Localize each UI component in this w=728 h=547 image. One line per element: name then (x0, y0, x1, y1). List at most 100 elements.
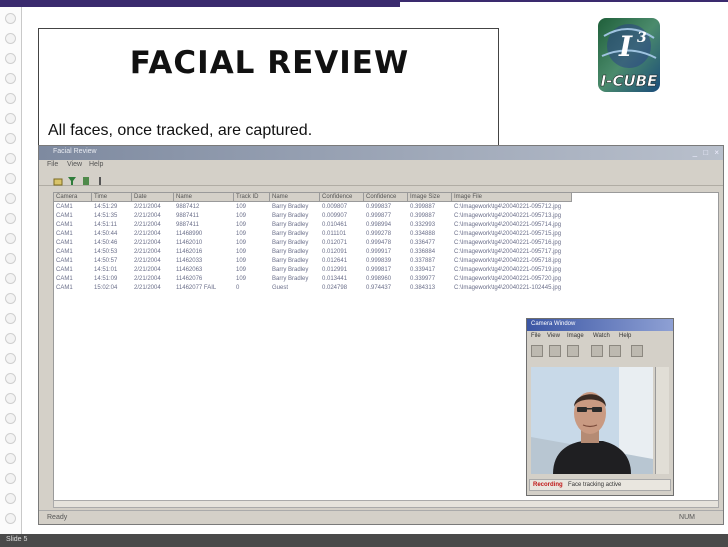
binding-ring (5, 433, 16, 444)
binding-ring (5, 133, 16, 144)
table-cell: 109 (236, 240, 247, 246)
column-header[interactable]: Image Size (408, 193, 452, 202)
binding-ring (5, 53, 16, 64)
window-titlebar[interactable]: Facial Review _ □ × (39, 146, 723, 160)
svg-text:I: I (618, 30, 633, 63)
table-cell: Barry Bradley (272, 204, 309, 210)
menu-file[interactable]: File (47, 161, 58, 168)
table-row[interactable]: CAM1 14:51:09 2/21/2004 11462076 109 Barry Br… (54, 275, 654, 284)
table-cell: 109 (236, 276, 247, 282)
table-row[interactable]: CAM1 14:50:46 2/21/2004 11462010 109 Barry Br… (54, 239, 654, 248)
column-header[interactable]: Image File (452, 193, 572, 202)
table-row[interactable]: CAM1 14:50:44 2/21/2004 11468990 109 Barry Br… (54, 230, 654, 239)
binding-ring (5, 413, 16, 424)
table-row[interactable]: CAM1 14:50:57 2/21/2004 11462033 109 Barry Br… (54, 257, 654, 266)
camera-menu-watch[interactable]: Watch (593, 333, 610, 339)
export-icon[interactable] (81, 173, 91, 185)
snapshot-icon[interactable] (549, 345, 561, 357)
slide-number: Slide 5 (6, 536, 28, 543)
column-header[interactable]: Name (270, 193, 320, 202)
table-row[interactable]: CAM1 14:50:53 2/21/2004 11462016 109 Barry Br… (54, 248, 654, 257)
table-cell: Barry Bradley (272, 213, 309, 219)
table-cell: 14:50:46 (94, 240, 118, 246)
table-cell: 0.999278 (366, 231, 392, 237)
table-cell: 0.012071 (322, 240, 348, 246)
camera-menu-file[interactable]: File (531, 333, 541, 339)
table-cell: C:\Imagework\tg4\20040221-095720.jpg (454, 276, 562, 282)
binding-ring (5, 353, 16, 364)
table-cell: 0.339417 (410, 267, 436, 273)
table-row[interactable]: CAM1 14:51:29 2/21/2004 9887412 109 Barry Bra… (54, 203, 654, 212)
grid-icon[interactable] (631, 345, 643, 357)
camera-menu-view[interactable]: View (547, 333, 560, 339)
camera-status-text: Face tracking active (568, 482, 622, 488)
table-cell: 14:50:53 (94, 249, 118, 255)
column-header[interactable]: Time (92, 193, 132, 202)
table-cell: 14:51:01 (94, 267, 118, 273)
binding-ring (5, 153, 16, 164)
table-cell: CAM1 (56, 285, 73, 291)
table-cell: 2/21/2004 (134, 213, 161, 219)
menu-help[interactable]: Help (89, 161, 103, 168)
column-header[interactable]: Camera (54, 193, 92, 202)
table-row[interactable]: CAM1 14:51:01 2/21/2004 11462063 109 Barry Br… (54, 266, 654, 275)
notebook-binding (0, 7, 22, 534)
table-cell: 0.334888 (410, 231, 436, 237)
camera-menu-help[interactable]: Help (619, 333, 631, 339)
table-cell: 0.999917 (366, 249, 392, 255)
table-cell: 2/21/2004 (134, 258, 161, 264)
binding-ring (5, 373, 16, 384)
table-cell: 0.013441 (322, 276, 348, 282)
status-text: Ready (47, 514, 68, 521)
window-controls[interactable]: _ □ × (693, 148, 721, 157)
menu-bar: File View Help (39, 160, 723, 170)
table-cell: Barry Bradley (272, 258, 309, 264)
table-cell: 0.337887 (410, 258, 436, 264)
table-cell: 0.336884 (410, 249, 436, 255)
table-cell: Guest (272, 285, 289, 291)
column-header[interactable]: Date (132, 193, 174, 202)
table-cell: 0.009807 (322, 204, 348, 210)
table-cell: 0.332993 (410, 222, 436, 228)
table-cell: 15:02:04 (94, 285, 118, 291)
table-cell: C:\Imagework\tg4\20040221-095715.jpg (454, 231, 562, 237)
open-icon[interactable] (53, 173, 63, 186)
table-cell: CAM1 (56, 249, 73, 255)
camera-window-title: Camera Window (531, 321, 576, 327)
camera-titlebar[interactable]: Camera Window (527, 319, 673, 331)
table-cell: 0.999817 (366, 267, 392, 273)
camera-menu-image[interactable]: Image (567, 333, 584, 339)
settings-icon[interactable] (609, 345, 621, 357)
i-cube-logo: I 3 I-CUBE (594, 16, 664, 94)
table-cell: C:\Imagework\tg4\20040221-095713.jpg (454, 213, 562, 219)
table-cell: CAM1 (56, 267, 73, 273)
camera-tool-icon[interactable] (531, 345, 543, 357)
column-header[interactable]: Confidence (364, 193, 408, 202)
table-row[interactable]: CAM1 14:51:11 2/21/2004 9887411 109 Barry Bra… (54, 221, 654, 230)
horizontal-scrollbar[interactable] (53, 500, 719, 508)
slide: FACIAL REVIEW All faces, once tracked, a… (0, 0, 728, 547)
table-cell: 0.012991 (322, 267, 348, 273)
table-cell: Barry Bradley (272, 249, 309, 255)
menu-view[interactable]: View (67, 161, 82, 168)
table-cell: 9887411 (176, 213, 199, 219)
binding-ring (5, 73, 16, 84)
column-header[interactable]: Name (174, 193, 234, 202)
table-cell: 9887412 (176, 204, 200, 210)
table-cell: 11462063 (176, 267, 203, 273)
record-icon[interactable] (567, 345, 579, 357)
filter-icon[interactable] (67, 173, 77, 185)
column-header[interactable]: Track ID (234, 193, 270, 202)
table-row[interactable]: CAM1 14:51:35 2/21/2004 9887411 109 Barry Bra… (54, 212, 654, 221)
info-icon[interactable] (95, 173, 105, 185)
table-cell: 0.384313 (410, 285, 436, 291)
table-cell: 2/21/2004 (134, 267, 161, 273)
binding-ring (5, 33, 16, 44)
camera-menu-bar: File View Image Watch Help (527, 331, 673, 341)
camera-scrollbar[interactable] (655, 367, 669, 474)
binding-ring (5, 493, 16, 504)
column-header[interactable]: Confidence (320, 193, 364, 202)
table-row[interactable]: CAM1 15:02:04 2/21/2004 11462077 FAIL 0 Guest… (54, 284, 654, 293)
zoom-icon[interactable] (591, 345, 603, 357)
table-cell: 109 (236, 258, 247, 264)
